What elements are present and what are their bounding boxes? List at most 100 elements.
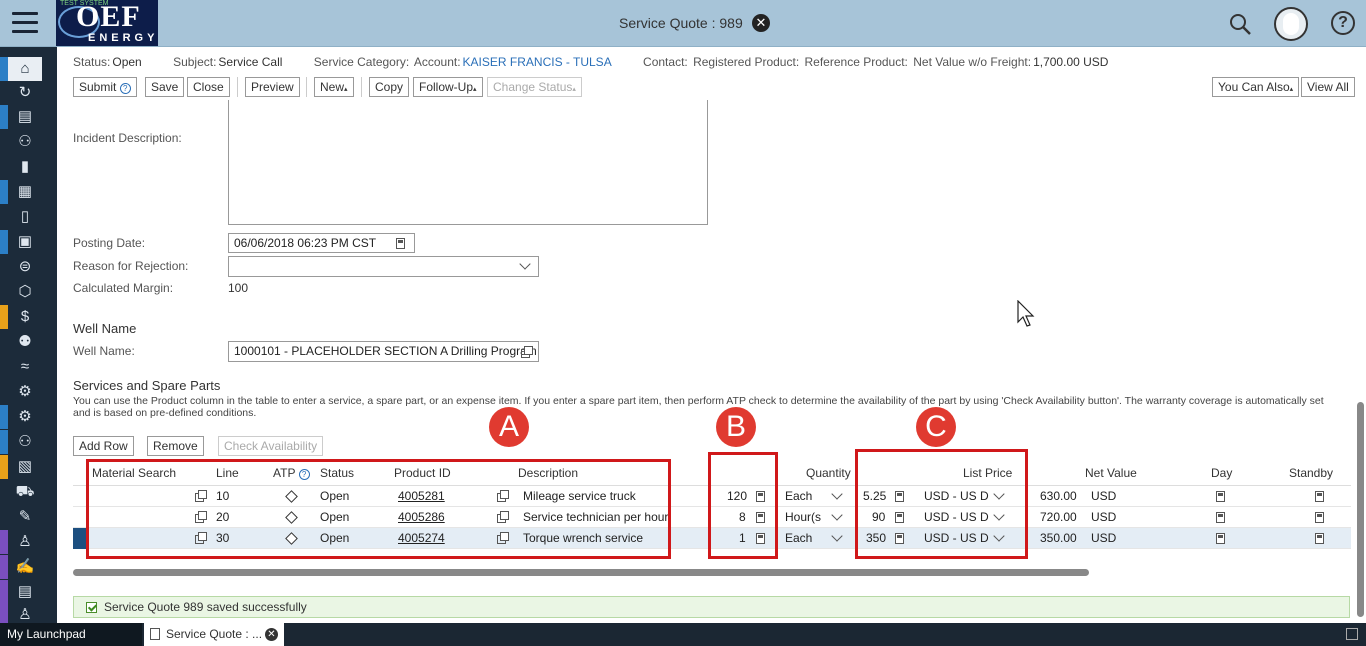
my-launchpad-tab[interactable]: My Launchpad <box>0 623 142 646</box>
calendar-icon[interactable] <box>396 238 405 249</box>
row-unit: Each <box>785 531 813 545</box>
col-day[interactable]: Day <box>1211 466 1232 480</box>
col-standby[interactable]: Standby <box>1289 466 1333 480</box>
submit-label: Submit <box>79 80 117 94</box>
org-chart-icon[interactable]: ⚇ <box>8 130 42 154</box>
person-icon[interactable]: ♙ <box>8 530 42 554</box>
bar-chart-icon[interactable]: ▮ <box>8 155 42 179</box>
dollar-icon[interactable]: $ <box>8 305 42 329</box>
posting-date-field[interactable]: 06/06/2018 06:23 PM CST <box>228 233 415 253</box>
help-icon[interactable]: ? <box>1331 11 1355 35</box>
net-value-value: 1,700.00 USD <box>1033 55 1109 69</box>
close-button[interactable]: Close <box>187 77 230 97</box>
new-button[interactable]: New▴ <box>314 77 354 97</box>
add-row-button[interactable]: Add Row <box>73 436 134 456</box>
hamburger-menu-icon[interactable] <box>12 12 38 34</box>
refresh-icon[interactable]: ↻ <box>8 81 42 105</box>
services-hint-text: You can use the Product column in the ta… <box>73 395 1324 419</box>
gears-icon[interactable]: ⚙ <box>8 405 42 429</box>
status-value: Open <box>112 55 142 69</box>
id-card-icon[interactable]: ▤ <box>8 105 42 129</box>
remove-button[interactable]: Remove <box>147 436 204 456</box>
account-key: Account: <box>413 55 461 69</box>
vertical-scrollbar[interactable] <box>1357 402 1364 617</box>
document-icon[interactable]: ▯ <box>8 205 42 229</box>
success-message-text: Service Quote 989 saved successfully <box>104 600 307 614</box>
tools-icon[interactable]: ✎ <box>8 505 42 529</box>
save-button[interactable]: Save <box>145 77 185 97</box>
calculator-icon[interactable] <box>1216 533 1225 544</box>
services-section-title: Services and Spare Parts <box>73 378 221 393</box>
close-icon[interactable]: ✕ <box>752 14 770 32</box>
incident-description-label: Incident Description: <box>73 131 182 145</box>
truck-icon[interactable]: ⛟ <box>8 480 42 504</box>
col-net-value[interactable]: Net Value <box>1085 466 1137 480</box>
follow-up-button[interactable]: Follow-Up▴ <box>413 77 483 97</box>
expand-icon[interactable] <box>1346 628 1358 640</box>
well-name-label: Well Name: <box>73 344 135 358</box>
view-all-button[interactable]: View All <box>1301 77 1355 97</box>
document-icon <box>150 628 160 640</box>
chevron-down-icon[interactable] <box>831 530 843 542</box>
success-message: Service Quote 989 saved successfully <box>73 596 1350 618</box>
clipboard-icon[interactable]: ▦ <box>8 180 42 204</box>
analytics-icon[interactable]: ≈ <box>8 355 42 379</box>
new-label: New <box>320 80 345 94</box>
calculator-icon[interactable] <box>1315 533 1324 544</box>
well-name-value: 1000101 - PLACEHOLDER SECTION A Drilling… <box>234 344 537 358</box>
main-content: Status: Open Subject: Service Call Service… <box>57 47 1366 623</box>
calculator-icon[interactable] <box>1315 491 1324 502</box>
home-icon[interactable]: ⌂ <box>8 57 42 81</box>
row-unit: Each <box>785 489 813 503</box>
user-settings-icon[interactable]: ⚇ <box>8 430 42 454</box>
calculator-icon[interactable] <box>1216 512 1225 523</box>
avatar[interactable] <box>1274 7 1308 41</box>
report-icon[interactable]: ▧ <box>8 455 42 479</box>
submit-button[interactable]: Submit ? <box>73 77 137 97</box>
change-status-button[interactable]: Change Status▴ <box>487 77 582 97</box>
row-net-currency: USD <box>1091 510 1117 524</box>
preview-button[interactable]: Preview <box>245 77 300 97</box>
service-quote-tab-label: Service Quote : ... <box>166 627 263 641</box>
box-icon[interactable]: ⬡ <box>8 280 42 304</box>
document-image-icon[interactable]: ▣ <box>8 230 42 254</box>
check-availability-button[interactable]: Check Availability <box>218 436 324 456</box>
col-quantity[interactable]: Quantity <box>806 466 851 480</box>
edit-icon[interactable]: ✍ <box>8 555 42 579</box>
service-quote-tab[interactable]: Service Quote : ... ✕ <box>144 623 284 646</box>
header-info-bar: Status: Open Subject: Service Call Service… <box>73 55 1136 69</box>
copy-button[interactable]: Copy <box>369 77 410 97</box>
you-can-also-button[interactable]: You Can Also▴ <box>1212 77 1300 97</box>
close-tab-icon[interactable]: ✕ <box>265 628 278 641</box>
reason-rejection-select[interactable] <box>228 256 539 277</box>
open-link-icon[interactable] <box>521 346 533 358</box>
car-icon[interactable]: ⊜ <box>8 255 42 279</box>
logo-sub-text: ENERGY <box>88 32 158 44</box>
mouse-cursor-icon <box>1017 300 1035 327</box>
chevron-down-icon[interactable] <box>831 509 843 521</box>
annotation-badge-c: C <box>916 407 956 447</box>
net-value-key: Net Value w/o Freight: <box>913 55 1032 69</box>
people-icon[interactable]: ⚉ <box>8 330 42 354</box>
company-logo: TEST SYSTEM OEF ENERGY <box>56 0 158 46</box>
row-unit: Hour(s <box>785 510 822 524</box>
form-icon[interactable]: ▤ <box>8 580 42 604</box>
service-category-key: Service Category: <box>313 55 410 69</box>
row-net-currency: USD <box>1091 489 1117 503</box>
horizontal-scrollbar[interactable] <box>73 569 1089 576</box>
you-can-also-label: You Can Also <box>1218 80 1290 94</box>
incident-description-textarea[interactable] <box>228 100 708 225</box>
chevron-down-icon[interactable] <box>831 488 843 500</box>
well-name-field[interactable]: 1000101 - PLACEHOLDER SECTION A Drilling… <box>228 341 539 362</box>
follow-up-label: Follow-Up <box>419 80 474 94</box>
calculator-icon[interactable] <box>1216 491 1225 502</box>
subject-key: Subject: <box>173 55 217 69</box>
calculator-icon[interactable] <box>1315 512 1324 523</box>
calculated-margin-label: Calculated Margin: <box>73 281 174 295</box>
chevron-down-icon <box>519 258 531 270</box>
account-link[interactable]: KAISER FRANCIS - TULSA <box>463 55 612 69</box>
settings-icon[interactable]: ⚙ <box>8 380 42 404</box>
status-key: Status: <box>73 55 111 69</box>
row-selector[interactable] <box>73 528 87 549</box>
search-icon[interactable] <box>1228 12 1252 36</box>
